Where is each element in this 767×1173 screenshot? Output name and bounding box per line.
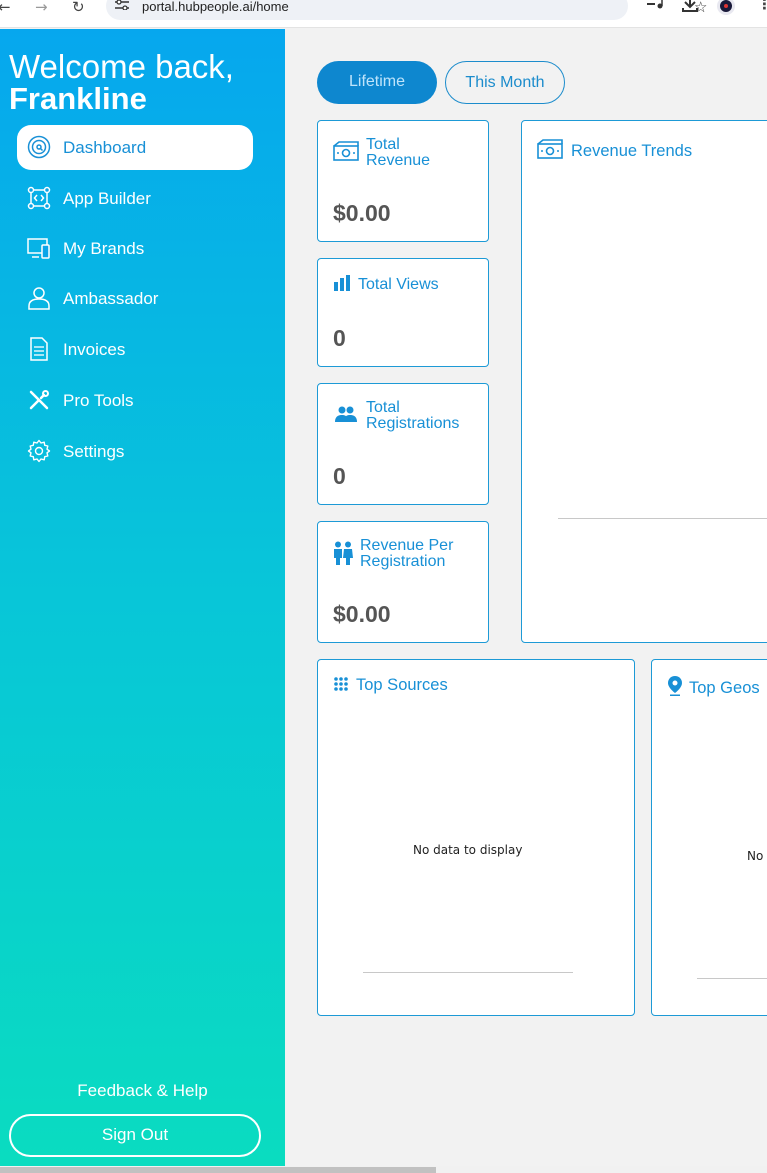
grid-icon <box>334 677 348 691</box>
total-revenue-value: $0.00 <box>333 200 391 226</box>
menu-icon[interactable]: ⋮ <box>757 0 767 12</box>
panel-title: Top Geos <box>689 679 760 697</box>
download-icon[interactable] <box>681 0 699 14</box>
media-icon[interactable] <box>646 0 664 14</box>
welcome-text: Welcome back, <box>9 48 234 85</box>
empty-state-text: No <box>747 849 764 863</box>
profile-icon[interactable] <box>716 0 736 16</box>
sidebar-item-label: App Builder <box>63 189 151 208</box>
lifetime-toggle[interactable]: Lifetime <box>317 61 437 104</box>
card-title: Total <box>366 399 400 416</box>
forward-icon[interactable]: → <box>35 0 48 15</box>
card-title: Revenue <box>366 152 431 169</box>
revenue-per-registration-value: $0.00 <box>333 601 391 627</box>
revenue-per-registration-card: Revenue Per Registration $0.00 <box>317 521 489 643</box>
sidebar: Welcome back, Frankline Dashboard App Bu… <box>0 29 285 1166</box>
card-title: Registration <box>360 553 446 570</box>
top-geos-panel: Top Geos No <box>651 659 767 1016</box>
back-icon[interactable]: ← <box>0 0 11 15</box>
money-icon <box>333 141 359 161</box>
sidebar-item-label: Dashboard <box>63 138 147 157</box>
sidebar-item-label: Ambassador <box>63 289 159 308</box>
total-registrations-card: Total Registrations 0 <box>317 383 489 505</box>
card-title: Registrations <box>366 415 460 432</box>
card-title: Total <box>366 136 400 153</box>
app-builder-icon <box>27 186 51 210</box>
sidebar-item-label: Invoices <box>63 340 126 359</box>
user-icon <box>28 287 50 310</box>
total-revenue-card: Total Revenue $0.00 <box>317 120 489 242</box>
feedback-help-link[interactable]: Feedback & Help <box>0 1081 285 1101</box>
chart-axis <box>697 978 767 979</box>
dashboard-icon <box>27 135 51 159</box>
this-month-toggle[interactable]: This Month <box>445 61 565 104</box>
horizontal-scrollbar[interactable] <box>0 1166 767 1173</box>
chart-axis <box>363 972 573 973</box>
panel-title: Revenue Trends <box>571 142 693 160</box>
sign-out-button[interactable]: Sign Out <box>9 1114 261 1157</box>
top-sources-panel: Top Sources No data to display <box>317 659 635 1016</box>
sidebar-item-my-brands[interactable]: My Brands <box>17 226 253 271</box>
card-title: Total Views <box>358 276 439 293</box>
welcome-heading: Welcome back, Frankline <box>9 48 234 116</box>
panel-title: Top Sources <box>356 676 448 694</box>
revenue-trends-panel: Revenue Trends <box>521 120 767 643</box>
total-views-card: Total Views 0 <box>317 258 489 367</box>
document-icon <box>30 337 48 361</box>
user-name: Frankline <box>9 81 147 116</box>
sidebar-item-settings[interactable]: Settings <box>17 429 253 474</box>
sidebar-item-ambassador[interactable]: Ambassador <box>17 276 253 321</box>
total-registrations-value: 0 <box>333 463 346 489</box>
total-views-value: 0 <box>333 325 346 351</box>
chart-axis <box>558 518 767 519</box>
url-text[interactable]: portal.hubpeople.ai/home <box>142 0 289 14</box>
sidebar-item-label: My Brands <box>63 239 145 258</box>
scrollbar-thumb[interactable] <box>0 1167 436 1173</box>
brands-icon <box>27 238 50 259</box>
card-title: Revenue Per <box>360 537 454 554</box>
sidebar-item-pro-tools[interactable]: Pro Tools <box>17 378 253 423</box>
location-pin-icon <box>668 676 682 696</box>
empty-state-text: No data to display <box>413 843 523 857</box>
browser-toolbar: ← → ↻ portal.hubpeople.ai/home ☆ ⋮ <box>0 0 767 28</box>
users-icon <box>335 406 357 422</box>
reload-icon[interactable]: ↻ <box>72 0 85 15</box>
site-settings-icon[interactable] <box>115 0 129 10</box>
sidebar-item-dashboard[interactable]: Dashboard <box>17 125 253 170</box>
sidebar-item-label: Settings <box>63 442 125 461</box>
address-bar[interactable]: portal.hubpeople.ai/home ☆ <box>106 0 707 20</box>
sidebar-item-app-builder[interactable]: App Builder <box>17 176 253 221</box>
money-icon <box>537 139 563 159</box>
bar-chart-icon <box>334 275 350 291</box>
tools-icon <box>29 390 49 410</box>
people-icon <box>334 541 353 565</box>
sidebar-item-invoices[interactable]: Invoices <box>17 327 253 372</box>
sidebar-item-label: Pro Tools <box>63 391 134 410</box>
gear-icon <box>27 439 51 463</box>
